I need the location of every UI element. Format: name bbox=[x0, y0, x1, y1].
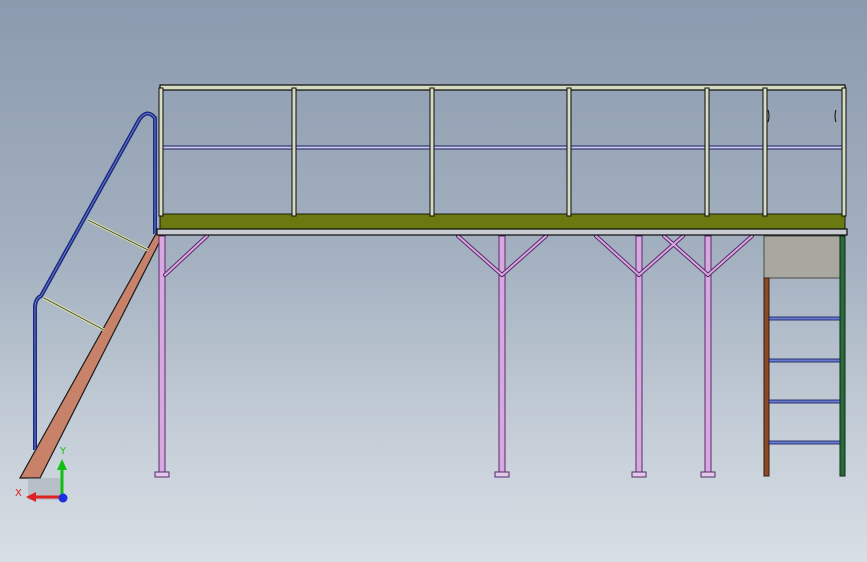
y-axis-label: Y bbox=[59, 446, 67, 457]
cad-viewport[interactable]: X Y bbox=[0, 0, 867, 562]
guardrail[interactable] bbox=[158, 84, 847, 217]
model-drawing: X Y bbox=[15, 84, 848, 503]
ladder-frame-left bbox=[763, 277, 770, 477]
ladder-frame-right bbox=[839, 235, 846, 477]
rail-posts bbox=[158, 87, 847, 217]
ladder-rungs bbox=[768, 316, 841, 445]
access-ladder[interactable] bbox=[763, 235, 846, 477]
mid-rail bbox=[161, 145, 844, 150]
z-axis-dot bbox=[58, 493, 68, 503]
diagonal-braces[interactable] bbox=[163, 234, 754, 277]
ladder-top-panel bbox=[763, 235, 844, 279]
gate-detail bbox=[767, 109, 837, 123]
top-rail bbox=[159, 84, 846, 91]
platform-deck[interactable] bbox=[156, 213, 848, 236]
x-axis-label: X bbox=[15, 488, 22, 499]
support-columns[interactable] bbox=[154, 235, 716, 478]
stair-stringer[interactable] bbox=[18, 231, 163, 479]
deck-beam bbox=[156, 228, 848, 236]
